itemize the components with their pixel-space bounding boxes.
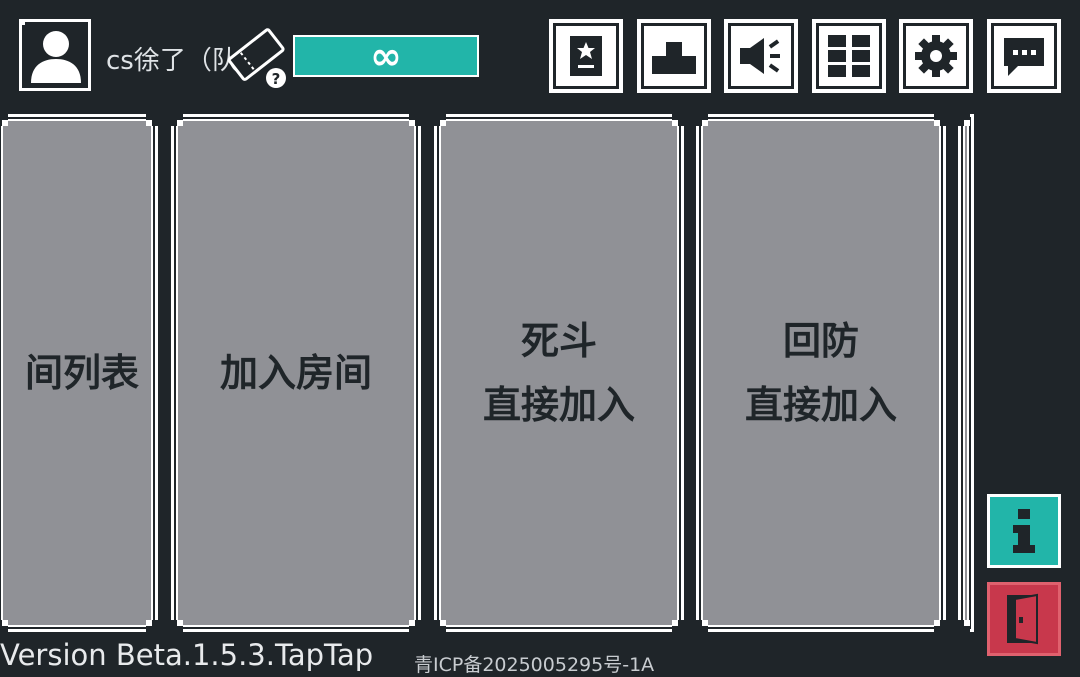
badge-book-icon bbox=[570, 36, 602, 76]
chat-button[interactable] bbox=[987, 19, 1061, 93]
player-username: cs徐了（队 bbox=[106, 46, 238, 76]
sound-button[interactable] bbox=[724, 19, 798, 93]
defense-panel[interactable]: 回防 直接加入 bbox=[696, 114, 946, 632]
deathmatch-title: 死斗 bbox=[520, 319, 597, 363]
exit-door-icon bbox=[1007, 593, 1038, 645]
energy-bar: ∞ bbox=[293, 35, 479, 77]
defense-subtitle: 直接加入 bbox=[744, 383, 897, 427]
achievement-book-button[interactable] bbox=[549, 19, 623, 93]
gear-icon bbox=[915, 35, 957, 77]
speaker-icon bbox=[740, 38, 780, 74]
version-text: Version Beta.1.5.3.TapTap bbox=[0, 638, 374, 672]
grid-icon bbox=[828, 35, 870, 77]
info-button[interactable] bbox=[987, 494, 1061, 568]
exit-button[interactable] bbox=[987, 582, 1061, 656]
defense-title: 回防 bbox=[782, 319, 859, 363]
svg-text:?: ? bbox=[272, 70, 281, 88]
podium-icon bbox=[652, 42, 696, 74]
join-room-panel[interactable]: 加入房间 bbox=[171, 114, 421, 632]
settings-button[interactable] bbox=[899, 19, 973, 93]
room-list-panel[interactable]: 间列表 bbox=[0, 114, 158, 632]
leaderboard-button[interactable] bbox=[637, 19, 711, 93]
user-silhouette-icon bbox=[31, 31, 81, 83]
join-room-label: 加入房间 bbox=[219, 351, 372, 395]
avatar-corner bbox=[19, 19, 25, 25]
ticket-help-icon[interactable]: ? bbox=[226, 28, 292, 90]
next-panel-edge[interactable] bbox=[958, 114, 974, 632]
deathmatch-subtitle: 直接加入 bbox=[482, 383, 635, 427]
icp-license-text[interactable]: 青ICP备2025005295号-1A bbox=[414, 650, 654, 677]
player-avatar[interactable] bbox=[19, 19, 91, 91]
grid-menu-button[interactable] bbox=[812, 19, 886, 93]
deathmatch-panel[interactable]: 死斗 直接加入 bbox=[434, 114, 684, 632]
chat-bubble-icon bbox=[1004, 38, 1044, 76]
room-list-label: 间列表 bbox=[24, 351, 139, 395]
info-icon bbox=[1013, 509, 1035, 553]
